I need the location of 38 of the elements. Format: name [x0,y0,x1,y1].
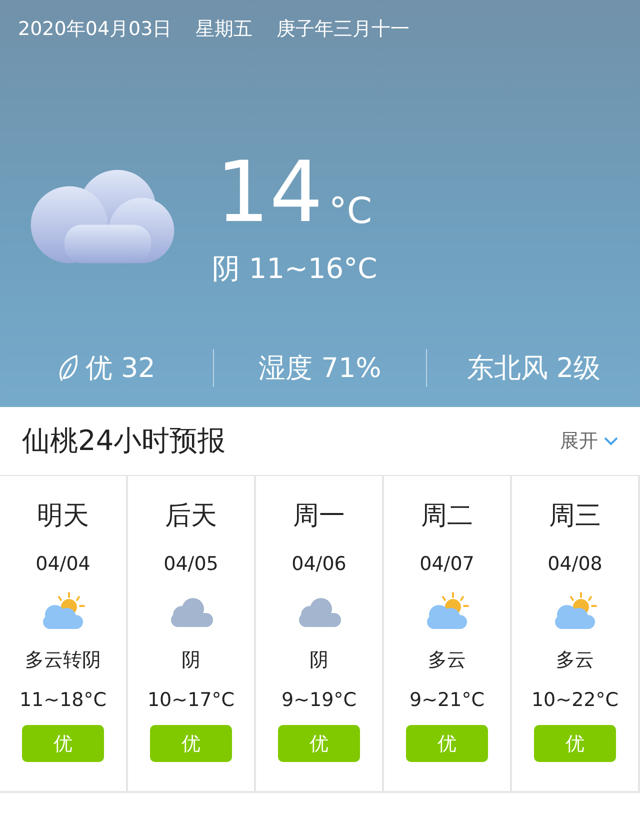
condition-text: 多云 [556,648,594,673]
day-name: 周一 [293,500,345,533]
day-name: 周二 [421,500,473,533]
temperature-range: 9~21°C [410,689,484,711]
forecast-title: 仙桃24小时预报 [22,423,226,459]
temperature-range: 9~19°C [282,689,356,711]
temperature-text: 14 [216,150,323,234]
day-date: 04/04 [36,553,90,575]
condition-text: 阴 [310,648,328,673]
stat-text: 优 32 [85,352,156,386]
day-date: 04/08 [548,553,602,575]
air-quality-badge: 优 [406,725,488,762]
day-name: 后天 [165,500,217,533]
condition-text: 多云 [428,648,466,673]
weekday-text: 星期五 [196,17,253,42]
air-quality-badge: 优 [22,725,104,762]
day-date: 04/07 [420,553,474,575]
temperature-range: 10~22°C [531,689,619,711]
leaf-icon [57,353,80,383]
chevron-down-icon [604,436,618,446]
condition-text: 阴 11~16°C [212,251,378,287]
temperature-range: 11~18°C [19,689,107,711]
expand-button[interactable]: 展开 [560,428,618,454]
day-name: 周三 [549,500,601,533]
condition-text: 多云转阴 [25,648,101,673]
date-text: 2020年04月03日 [18,17,172,42]
lunar-date-text: 庚子年三月十一 [276,17,410,42]
air-quality-badge: 优 [150,725,232,762]
day-date: 04/05 [164,553,218,575]
day-date: 04/06 [292,553,346,575]
stat-text: 湿度 71% [258,352,382,386]
temperature-range: 10~17°C [147,689,235,711]
stat-text: 东北风 2级 [466,352,601,386]
unit-text: °C [328,191,372,232]
air-quality-badge: 优 [278,725,360,762]
condition-text: 阴 [182,648,200,673]
day-name: 明天 [37,500,89,533]
air-quality-badge: 优 [534,725,616,762]
